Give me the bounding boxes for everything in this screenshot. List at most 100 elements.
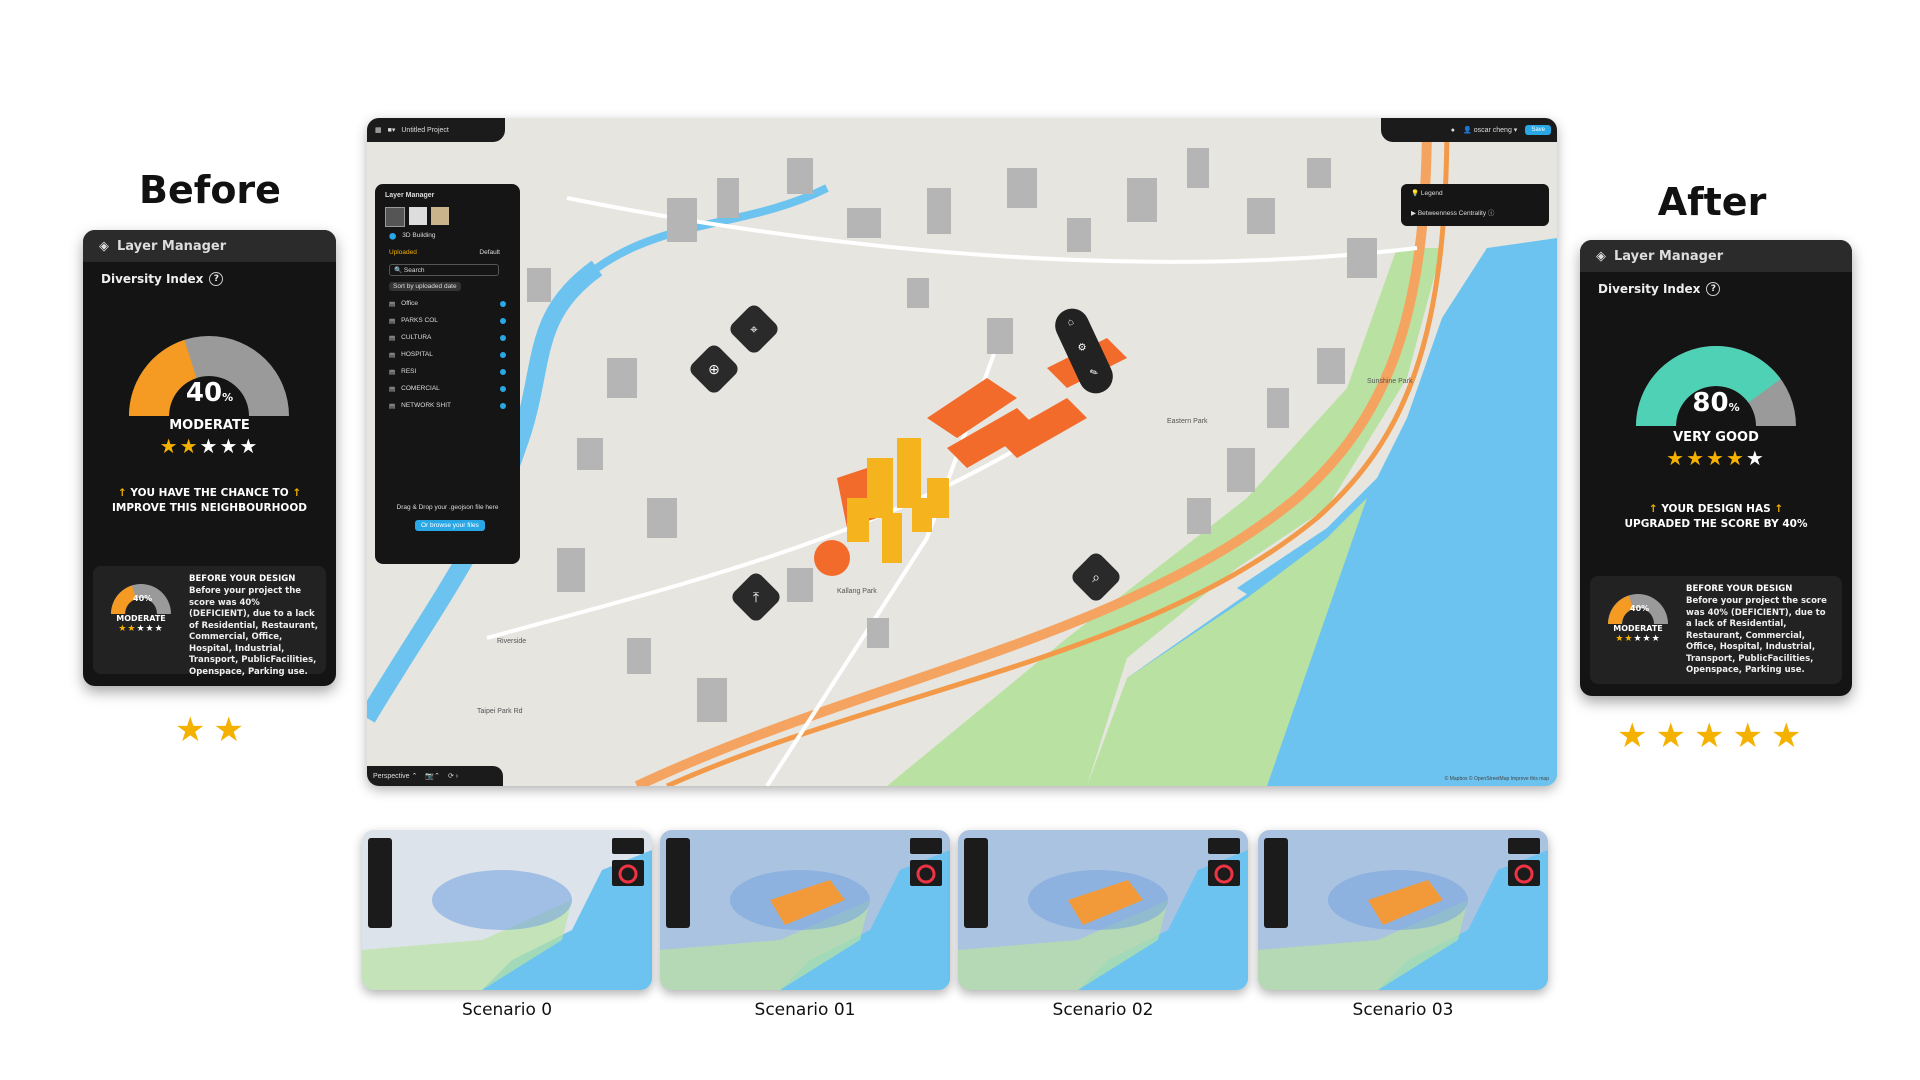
scenario-thumbnail[interactable] — [660, 830, 950, 990]
before-percent: 40% — [185, 378, 234, 408]
scenario-thumbnail[interactable] — [362, 830, 652, 990]
before-message: ↑ YOU HAVE THE CHANCE TO ↑ IMPROVE THIS … — [112, 487, 307, 514]
layer-row[interactable]: ▤ NETWORK SHIT — [375, 397, 520, 414]
map-label: Taipei Park Rd — [477, 708, 523, 715]
help-icon[interactable]: ? — [209, 272, 224, 286]
arrow-up-icon: ↑ — [1648, 503, 1658, 515]
save-button[interactable]: Save — [1525, 125, 1551, 135]
before-score-card: ◈ Layer Manager Diversity Index ? 40% MO… — [83, 230, 336, 686]
star-icon: ★ — [1686, 446, 1707, 470]
after-rating: VERY GOOD — [1673, 430, 1759, 445]
star-icon: ★ — [159, 434, 180, 458]
legend-title[interactable]: 💡 Legend — [1401, 184, 1549, 202]
detail-percent: 40% — [133, 594, 153, 603]
browse-files-button[interactable]: Or browse your files — [415, 520, 485, 531]
toggle-switch-icon[interactable]: ⬤ — [389, 232, 396, 240]
panel-title: Layer Manager — [117, 238, 227, 254]
layer-row[interactable]: ▤ Office — [375, 295, 520, 312]
scenario-caption: Scenario 03 — [1352, 1000, 1454, 1020]
layer-row[interactable]: ▤ CULTURA — [375, 329, 520, 346]
legend-item[interactable]: ▶ Betweenness Centrality ⓘ — [1401, 202, 1549, 222]
after-message: ↑ YOUR DESIGN HAS ↑ UPGRADED THE SCORE B… — [1624, 503, 1808, 530]
detail-stars: ★★★★★ — [118, 624, 164, 634]
index-title: Diversity Index — [1598, 282, 1701, 296]
visibility-toggle[interactable] — [500, 402, 506, 409]
star-icon: ★ — [1655, 717, 1694, 755]
user-menu[interactable]: 👤 oscar cheng ▾ — [1463, 126, 1517, 134]
visibility-toggle[interactable] — [500, 317, 506, 324]
star-icon: ★ — [1732, 717, 1771, 755]
basemap-satellite-thumb[interactable] — [431, 207, 449, 225]
visibility-toggle[interactable] — [500, 368, 506, 375]
legend-panel: 💡 Legend ▶ Betweenness Centrality ⓘ — [1401, 184, 1549, 226]
before-stars: ★★★★★ — [83, 434, 336, 458]
detail-title: BEFORE YOUR DESIGN — [189, 574, 296, 584]
layer-row[interactable]: ▤ HOSPITAL — [375, 346, 520, 363]
panel-title: Layer Manager — [1614, 248, 1724, 264]
layer-row[interactable]: ▤ PARKS COL — [375, 312, 520, 329]
detail-body: Before your project the score was 40% (D… — [1686, 596, 1827, 675]
app-logo[interactable]: ■▾ — [388, 126, 396, 134]
theme-toggle-icon[interactable]: ● — [1451, 127, 1455, 134]
map-label: Kallang Park — [837, 588, 877, 595]
folder-icon: ▤ — [389, 368, 396, 376]
scenario-caption: Scenario 01 — [754, 1000, 856, 1020]
map-canvas[interactable] — [367, 118, 1557, 786]
basemap-dark-thumb[interactable] — [385, 207, 405, 227]
before-final-stars: ★★ — [175, 710, 252, 750]
visibility-toggle[interactable] — [500, 385, 506, 392]
scenario-thumbnail[interactable] — [958, 830, 1248, 990]
after-stars: ★★★★★ — [1580, 446, 1852, 470]
bottom-bar: Perspective ⌃ 📷⌃ ⟳ › — [367, 766, 503, 786]
arrow-up-icon: ↑ — [292, 487, 302, 499]
tab-uploaded[interactable]: Uploaded — [389, 249, 417, 256]
search-icon: ⌕ — [1092, 569, 1100, 585]
map-attribution[interactable]: © Mapbox © OpenStreetMap Improve this ma… — [1445, 776, 1549, 782]
sort-dropdown[interactable]: Sort by uploaded date — [389, 282, 461, 291]
map-label: Riverside — [497, 638, 527, 645]
before-detail-box: 40% MODERATE ★★★★★ BEFORE YOUR DESIGN Be… — [93, 566, 326, 677]
layer-manager-title: Layer Manager — [385, 192, 435, 199]
layer-row[interactable]: ▤ COMERCIAL — [375, 380, 520, 397]
layer-name: RESI — [401, 368, 417, 375]
scenario-thumbnail[interactable] — [1258, 830, 1548, 990]
layers-icon: ◈ — [1596, 248, 1606, 264]
layer-manager-panel: Layer Manager ⬤ 3D Building Uploaded Defa… — [375, 184, 520, 564]
project-name[interactable]: Untitled Project — [401, 127, 448, 134]
star-icon: ★ — [1617, 717, 1656, 755]
arrow-up-icon: ↑ — [1774, 503, 1784, 515]
layer-row[interactable]: ▤ RESI — [375, 363, 520, 380]
star-icon: ★ — [219, 434, 240, 458]
layers-icon: ◈ — [99, 238, 109, 254]
top-bar-right: ● 👤 oscar cheng ▾ Save — [1381, 118, 1557, 142]
after-detail-box: 40% MODERATE ★★★★★ BEFORE YOUR DESIGN Be… — [1590, 576, 1842, 684]
detail-stars: ★★★★★ — [1615, 634, 1661, 644]
folder-icon: ▤ — [389, 317, 396, 325]
layer-name: NETWORK SHIT — [401, 402, 451, 409]
visibility-toggle[interactable] — [500, 351, 506, 358]
tab-default[interactable]: Default — [479, 249, 500, 256]
detail-title: BEFORE YOUR DESIGN — [1686, 584, 1793, 594]
layer-name: PARKS COL — [401, 317, 438, 324]
zoom-icon: ⊕ — [708, 361, 720, 377]
refresh-icon[interactable]: ⟳ › — [448, 772, 458, 780]
index-title: Diversity Index — [101, 272, 204, 286]
basemap-light-thumb[interactable] — [409, 207, 427, 225]
main-map-view[interactable]: ▦ ■▾ Untitled Project ● 👤 oscar cheng ▾ … — [367, 118, 1557, 786]
upload-icon: ⤒ — [752, 589, 760, 605]
visibility-toggle[interactable] — [500, 334, 506, 341]
star-icon: ★ — [1770, 717, 1810, 755]
rotate-icon: ⌖ — [750, 321, 758, 337]
folder-icon: ▤ — [389, 334, 396, 342]
visibility-toggle[interactable] — [500, 300, 506, 307]
camera-icon[interactable]: 📷⌃ — [425, 772, 440, 780]
help-icon[interactable]: ? — [1706, 282, 1721, 296]
layer-search-input[interactable]: 🔍 Search — [389, 263, 499, 276]
view-mode-selector[interactable]: Perspective ⌃ — [373, 772, 417, 780]
star-icon: ★ — [239, 434, 260, 458]
star-icon: ★ — [179, 434, 200, 458]
detail-body: Before your project the score was 40% (D… — [189, 586, 318, 677]
star-icon: ★ — [175, 711, 214, 749]
grid-menu-icon[interactable]: ▦ — [375, 126, 382, 134]
detail-rating: MODERATE — [1613, 624, 1663, 633]
